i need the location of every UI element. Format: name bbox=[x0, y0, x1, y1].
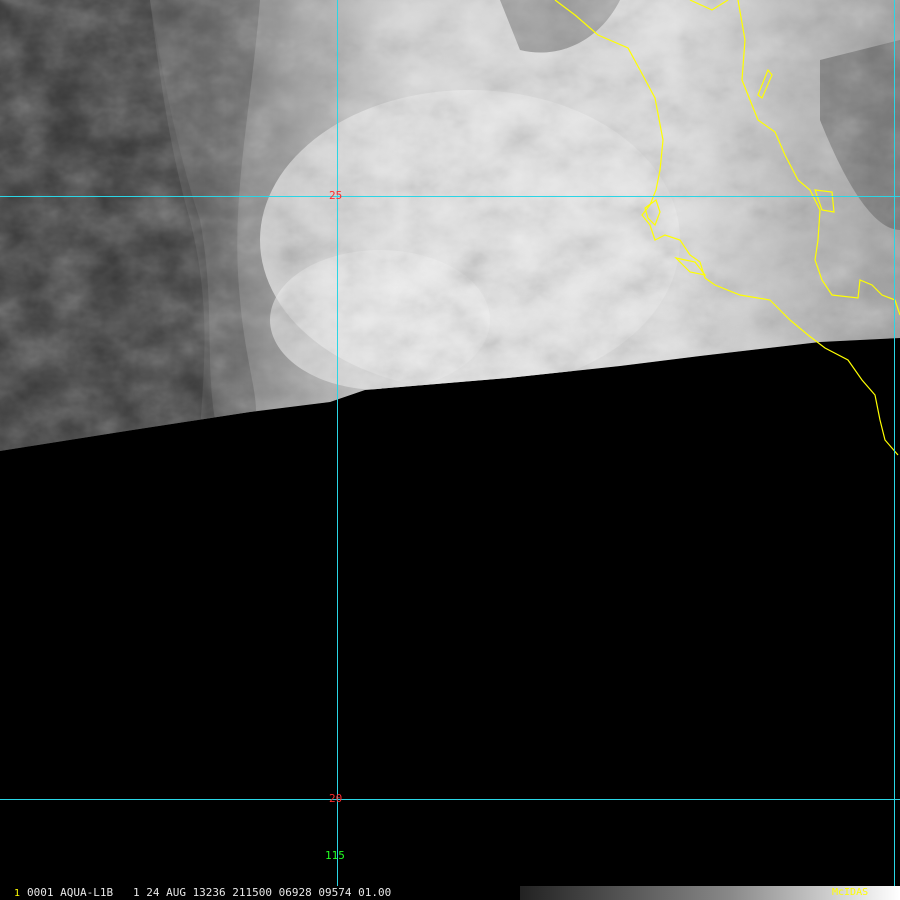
latitude-25-label: 25 bbox=[329, 189, 343, 202]
satellite-image-frame: 25 20 115 1 0001 AQUA-L1B 1 24 AUG 13236… bbox=[0, 0, 900, 900]
satellite-imagery bbox=[0, 0, 900, 886]
status-bar: 1 0001 AQUA-L1B 1 24 AUG 13236 211500 06… bbox=[0, 886, 900, 900]
cloud-swath bbox=[0, 0, 900, 451]
latitude-20-label: 20 bbox=[329, 792, 343, 805]
longitude-115-label: 115 bbox=[325, 849, 345, 862]
frame-number: 1 bbox=[14, 888, 21, 899]
image-metadata-text: 0001 AQUA-L1B 1 24 AUG 13236 211500 0692… bbox=[27, 886, 392, 899]
mcidas-brand: McIDAS bbox=[832, 887, 869, 898]
